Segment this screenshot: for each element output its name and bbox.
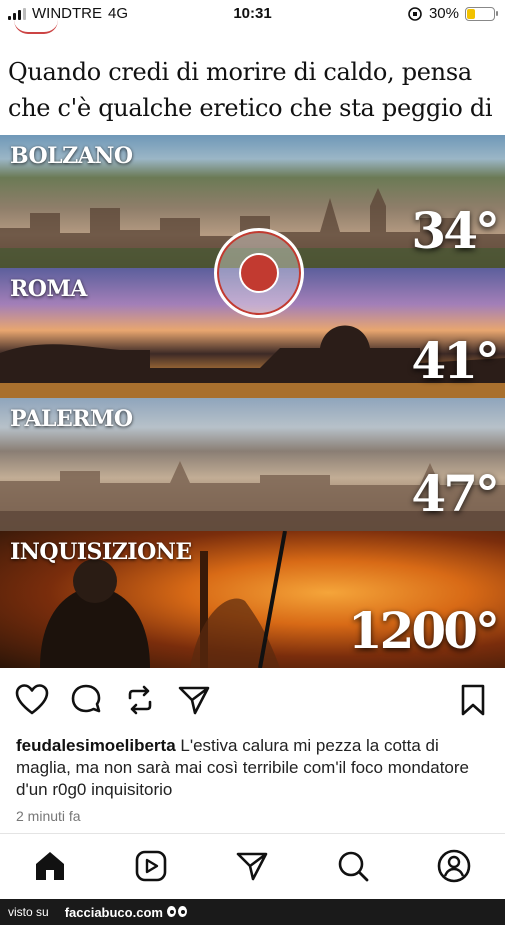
search-icon[interactable] [335, 848, 371, 884]
divider [0, 833, 505, 834]
city-label: ROMA [10, 276, 87, 302]
city-label: INQUISIZIONE [10, 539, 192, 565]
orientation-lock-icon [408, 6, 422, 21]
repost-icon[interactable] [122, 682, 158, 718]
heart-icon[interactable] [14, 682, 50, 718]
avatar[interactable] [14, 20, 58, 34]
eyes-icon [166, 905, 187, 917]
bottom-nav [0, 846, 505, 888]
home-icon[interactable] [32, 848, 68, 884]
status-right: 30% [407, 5, 498, 22]
post-caption: feudalesimoeliberta L'estiva calura mi p… [16, 735, 486, 801]
temperature-label: 1200° [347, 601, 500, 660]
helmet-icon [239, 253, 279, 293]
post-actions [0, 682, 505, 722]
footer-site-logo[interactable]: facciabuco.com [65, 905, 187, 920]
footer-label: visto su [8, 905, 49, 919]
temperature-label: 34° [411, 201, 500, 260]
panel-inquisizione: INQUISIZIONE 1200° [0, 531, 505, 668]
footer-site: facciabuco.com [64, 904, 163, 920]
reels-icon[interactable] [133, 848, 169, 884]
post-image[interactable]: Quando credi di morire di caldo, pensa c… [0, 48, 505, 668]
profile-icon[interactable] [436, 848, 472, 884]
watermark-footer: visto su facciabuco.com [0, 899, 505, 925]
caption-username[interactable]: feudalesimoeliberta [16, 736, 176, 755]
send-icon[interactable] [176, 682, 212, 718]
temperature-label: 47° [411, 464, 500, 523]
bookmark-icon[interactable] [455, 682, 491, 718]
battery-icon [465, 6, 498, 21]
temperature-label: 41° [411, 331, 500, 390]
post-timestamp: 2 minuti fa [16, 808, 81, 824]
battery-percent: 30% [428, 5, 459, 22]
comment-icon[interactable] [68, 682, 104, 718]
status-bar: WINDTRE 4G 10:31 30% [0, 0, 505, 28]
panel-palermo: PALERMO 47° [0, 398, 505, 531]
watermark-seal [214, 228, 304, 318]
send-icon[interactable] [234, 848, 270, 884]
city-label: BOLZANO [10, 143, 133, 169]
city-label: PALERMO [10, 406, 133, 432]
